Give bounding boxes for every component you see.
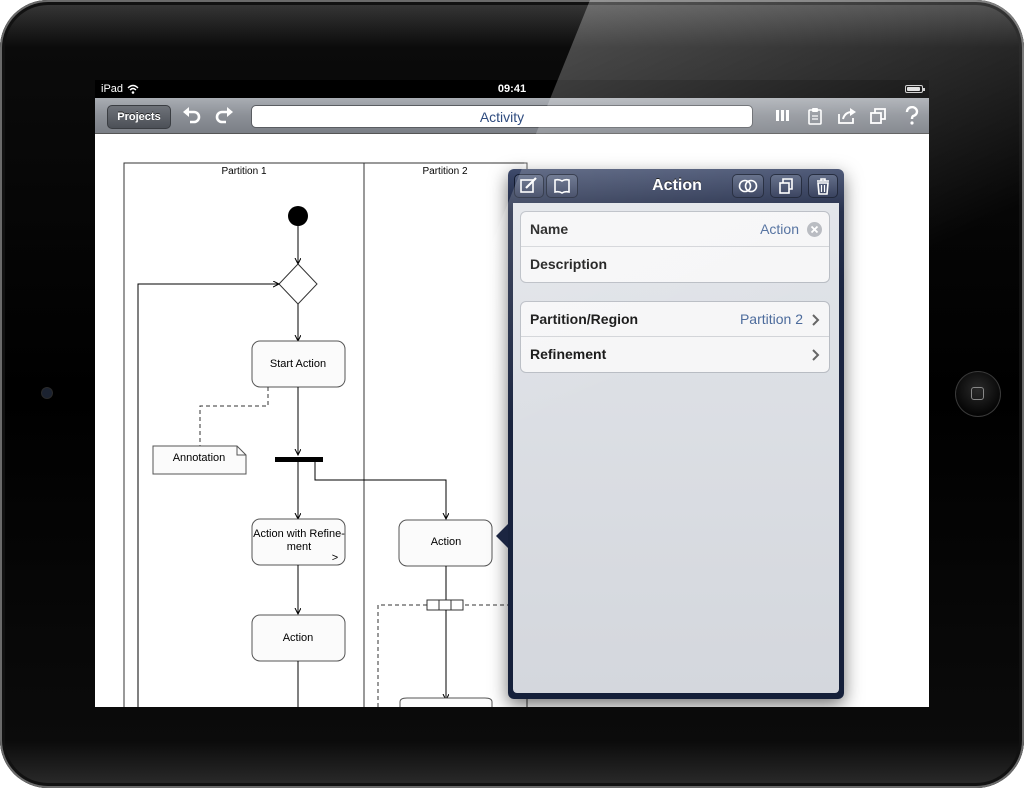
camera-icon xyxy=(42,388,52,398)
properties-group: Name Action Description xyxy=(520,211,830,283)
description-row[interactable]: Description xyxy=(521,247,829,282)
partition-2-label: Partition 2 xyxy=(422,166,467,177)
action-refinement-line1: Action with Refine- xyxy=(253,528,345,540)
copy-icon xyxy=(779,178,793,194)
refinement-row[interactable]: Refinement xyxy=(521,337,829,372)
action-refinement-line2: ment xyxy=(287,541,311,553)
projects-button[interactable]: Projects xyxy=(107,105,171,129)
partition-row[interactable]: Partition/Region Partition 2 xyxy=(521,302,829,337)
inspector-title: Action xyxy=(652,177,702,194)
action-node-1-label: Action xyxy=(283,632,314,644)
annotation-link[interactable] xyxy=(199,387,269,446)
decision-node[interactable] xyxy=(278,263,318,305)
name-row[interactable]: Name Action xyxy=(521,212,829,247)
diagram-title-field[interactable]: Activity xyxy=(251,105,753,128)
screen: iPad 09:41 Projects Activity Partition 1… xyxy=(95,80,929,707)
fork-bar[interactable] xyxy=(275,457,323,462)
toolbar: Projects Activity xyxy=(95,98,929,134)
edit-icon xyxy=(520,177,537,193)
inspector-body: Name Action Description Partition/Region… xyxy=(513,203,839,693)
initial-node[interactable] xyxy=(288,206,308,226)
edit-button[interactable] xyxy=(514,174,544,198)
status-time: 09:41 xyxy=(497,83,527,95)
flow-fork-action[interactable] xyxy=(314,462,446,519)
partition-1-label: Partition 1 xyxy=(221,166,266,177)
expansion-pins[interactable] xyxy=(426,599,464,611)
clipboard-icon[interactable] xyxy=(804,106,826,126)
trash-icon xyxy=(817,178,829,195)
library-icon[interactable] xyxy=(772,106,794,126)
overlap-icon xyxy=(738,179,758,193)
duplicate-icon[interactable] xyxy=(867,106,889,126)
undo-icon[interactable] xyxy=(181,106,203,126)
inspector-header: Action xyxy=(508,169,844,203)
ipad-frame: iPad 09:41 Projects Activity Partition 1… xyxy=(0,0,1024,788)
name-label: Name xyxy=(530,221,569,237)
battery-icon xyxy=(905,85,925,93)
partition-label: Partition/Region xyxy=(530,311,639,327)
share-icon[interactable] xyxy=(836,106,858,126)
delete-button[interactable] xyxy=(808,174,838,198)
chevron-right-icon xyxy=(812,314,820,326)
copy-button[interactable] xyxy=(770,174,802,198)
inspector-popover: Action Name Action Description Partition… xyxy=(496,169,844,699)
annotation-label: Annotation xyxy=(173,452,226,464)
refinement-marker: > xyxy=(332,552,338,564)
popover-arrow xyxy=(496,524,508,548)
status-bar: iPad 09:41 xyxy=(95,80,929,98)
refinement-label: Refinement xyxy=(530,346,607,362)
book-icon xyxy=(554,178,570,194)
home-square-icon xyxy=(971,387,984,400)
documentation-button[interactable] xyxy=(546,174,578,198)
overlap-button[interactable] xyxy=(732,174,764,198)
battery-fill xyxy=(907,87,920,91)
chevron-right-icon xyxy=(812,349,820,361)
home-button[interactable] xyxy=(955,371,1001,417)
action-node-2-label: Action xyxy=(431,536,462,548)
start-action-label: Start Action xyxy=(270,358,326,370)
navigation-group: Partition/Region Partition 2 Refinement xyxy=(520,301,830,373)
name-value[interactable]: Action xyxy=(760,212,799,247)
partition-value: Partition 2 xyxy=(739,311,803,327)
action-node-3[interactable] xyxy=(399,697,493,707)
help-icon[interactable] xyxy=(901,106,923,126)
redo-icon[interactable] xyxy=(213,106,235,126)
description-label: Description xyxy=(530,256,608,272)
clear-icon[interactable] xyxy=(807,222,822,237)
